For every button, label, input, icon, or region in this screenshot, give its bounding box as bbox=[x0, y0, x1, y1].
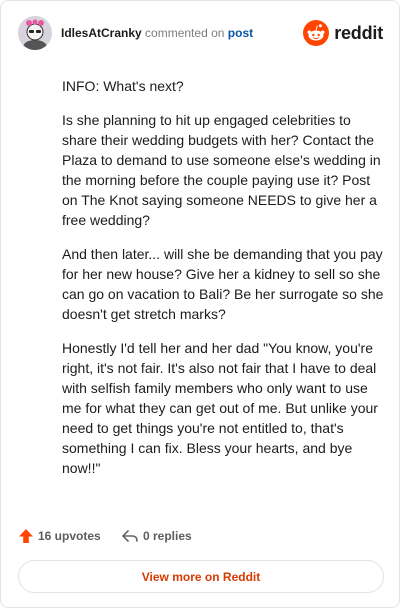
comment-header: IdlesAtCranky commented on post reddit bbox=[18, 16, 383, 50]
action-text: commented on bbox=[145, 26, 225, 40]
reddit-logo[interactable]: reddit bbox=[303, 19, 383, 47]
comment-paragraph: INFO: What's next? bbox=[62, 78, 184, 94]
comment-paragraph: Is she planning to hit up engaged celebr… bbox=[62, 112, 381, 228]
username[interactable]: IdlesAtCranky bbox=[61, 26, 142, 40]
comment-paragraph: Honestly I'd tell her and her dad "You k… bbox=[62, 340, 378, 476]
replies-stat[interactable]: 0 replies bbox=[121, 526, 192, 546]
comment-paragraph: And then later... will she be demanding … bbox=[62, 246, 384, 322]
post-link[interactable]: post bbox=[228, 26, 253, 40]
comment-body: INFO: What's next? Is she planning to hi… bbox=[62, 76, 384, 492]
comment-footer: 16 upvotes 0 replies bbox=[18, 526, 378, 546]
view-more-label: View more on Reddit bbox=[141, 569, 261, 584]
reddit-snoo-icon bbox=[303, 20, 330, 46]
upvote-arrow-icon bbox=[19, 529, 33, 543]
upvotes-label: 16 upvotes bbox=[38, 529, 101, 543]
avatar[interactable] bbox=[18, 16, 52, 50]
upvotes-stat[interactable]: 16 upvotes bbox=[18, 526, 101, 546]
reddit-wordmark: reddit bbox=[334, 22, 383, 43]
comment-meta: IdlesAtCranky commented on post bbox=[61, 26, 253, 40]
reply-arrow-icon bbox=[122, 530, 138, 542]
comment-embed-card: IdlesAtCranky commented on post reddit I… bbox=[0, 0, 400, 608]
replies-label: 0 replies bbox=[143, 529, 192, 543]
view-more-button[interactable]: View more on Reddit bbox=[18, 560, 384, 593]
